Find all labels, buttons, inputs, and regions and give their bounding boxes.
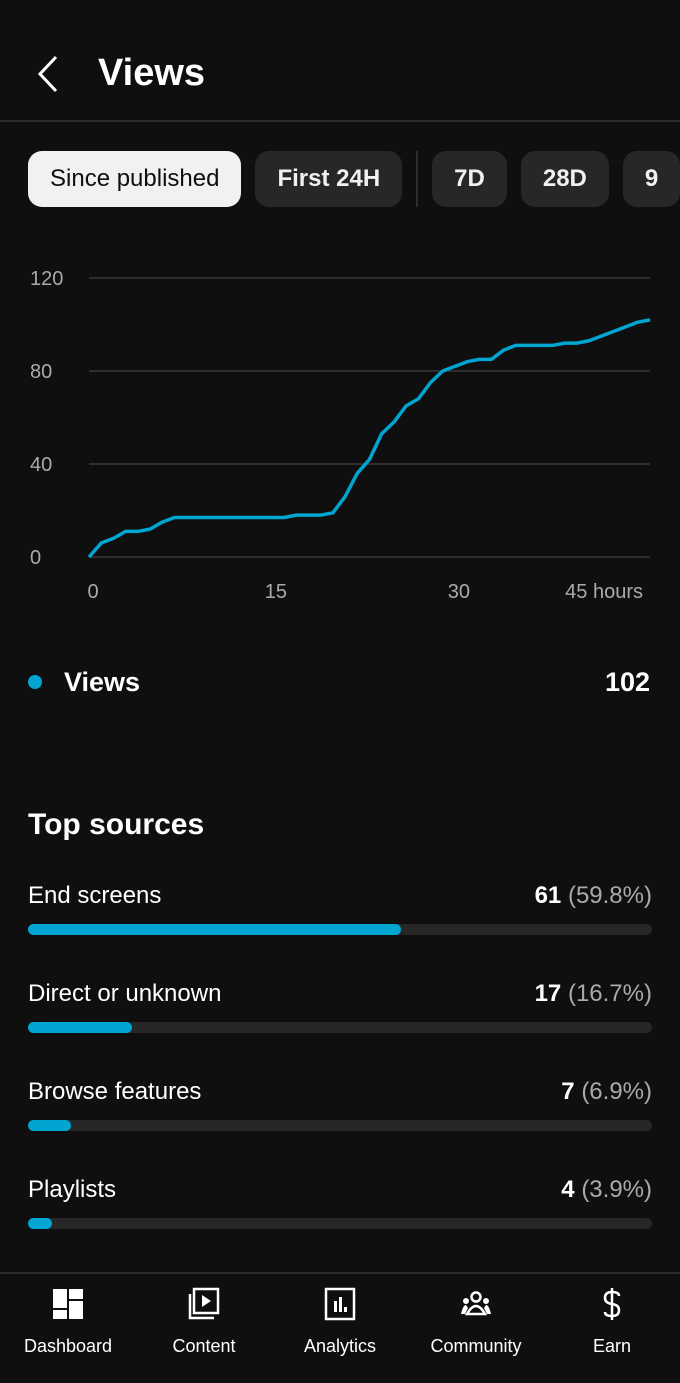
chip-first-24h[interactable]: First 24H: [255, 151, 403, 207]
bottom-nav: Dashboard Content Analytics Community Ea…: [0, 1272, 680, 1383]
time-range-chips: Since published First 24H 7D 28D 9: [28, 151, 680, 207]
nav-content[interactable]: Content: [136, 1274, 272, 1383]
chip-7d[interactable]: 7D: [432, 151, 507, 207]
source-count: 61: [534, 882, 562, 909]
source-percent: (59.8%): [567, 882, 652, 909]
legend-label: Views: [64, 666, 141, 697]
source-label: Direct or unknown: [28, 980, 222, 1007]
source-bar-fill: [28, 924, 402, 935]
source-count: 7: [561, 1078, 575, 1105]
y-tick-label: 40: [30, 454, 52, 476]
source-percent: (6.9%): [581, 1078, 652, 1105]
source-bar-track: [28, 1120, 652, 1131]
views-line: [87, 318, 651, 559]
y-tick-label: 120: [30, 268, 63, 290]
source-count: 4: [561, 1176, 575, 1203]
source-bar-track: [28, 1022, 652, 1033]
nav-label: Earn: [592, 1336, 632, 1356]
chip-28d[interactable]: 28D: [520, 151, 609, 207]
nav-dashboard[interactable]: Dashboard: [0, 1274, 136, 1383]
chip-90d[interactable]: 9: [622, 151, 680, 207]
nav-community[interactable]: Community: [408, 1274, 544, 1383]
source-label: Playlists: [28, 1176, 117, 1203]
x-tick-label: 45 hours: [565, 581, 643, 603]
source-row: Browse features 7 (6.9%): [28, 1078, 652, 1148]
nav-label: Dashboard: [23, 1336, 113, 1356]
source-percent: (16.7%): [567, 980, 652, 1007]
nav-label: Analytics: [303, 1336, 377, 1356]
y-tick-label: 80: [30, 361, 52, 383]
chevron-left-icon[interactable]: [34, 54, 62, 94]
chip-divider: [416, 151, 419, 207]
source-bar-track: [28, 1218, 652, 1229]
total-views: 102: [604, 666, 650, 697]
y-tick-label: 0: [30, 547, 41, 569]
legend: Views 102: [28, 662, 650, 702]
legend-dot: [28, 675, 42, 689]
source-label: Browse features: [28, 1078, 202, 1105]
source-row: End screens 61 (59.8%): [28, 882, 652, 952]
nav-analytics[interactable]: Analytics: [272, 1274, 408, 1383]
views-chart: 0 40 80 120 0 15 30 45 hours: [30, 268, 651, 603]
source-row: Playlists 4 (3.9%): [28, 1176, 652, 1246]
chip-since-published[interactable]: Since published: [28, 151, 242, 207]
dashboard-icon: [53, 1289, 83, 1319]
source-bar-track: [28, 924, 652, 935]
analytics-icon: [324, 1287, 356, 1321]
source-bar-fill: [28, 1218, 53, 1229]
source-label: End screens: [28, 882, 162, 909]
x-tick-label: 30: [448, 581, 470, 603]
content-icon: [188, 1287, 220, 1320]
community-icon: [461, 1291, 491, 1316]
source-bar-fill: [28, 1022, 133, 1033]
source-bar-fill: [28, 1120, 72, 1131]
dollar-icon: [603, 1288, 621, 1320]
nav-label: Content: [172, 1336, 236, 1356]
nav-earn[interactable]: Earn: [544, 1274, 680, 1383]
top-sources-title: Top sources: [28, 808, 205, 841]
nav-label: Community: [430, 1336, 522, 1356]
source-percent: (3.9%): [581, 1176, 652, 1203]
source-row: Direct or unknown 17 (16.7%): [28, 980, 652, 1050]
x-tick-label: 0: [87, 581, 98, 603]
header: Views: [0, 0, 680, 122]
x-tick-label: 15: [265, 581, 287, 603]
page-title: Views: [98, 52, 206, 94]
source-count: 17: [534, 980, 562, 1007]
